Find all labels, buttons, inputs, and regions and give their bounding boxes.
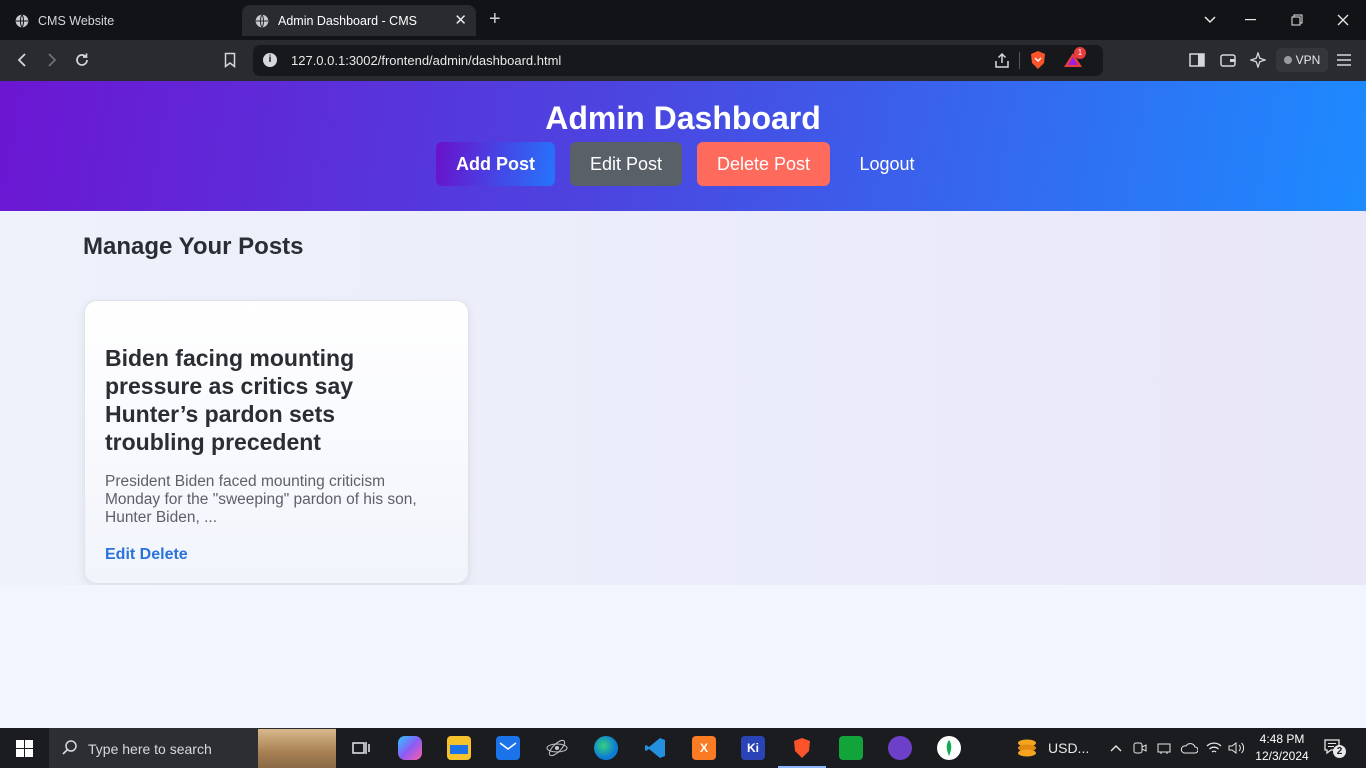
clock-date: 12/3/2024 xyxy=(1255,749,1309,763)
brave-shields-icon[interactable] xyxy=(1029,50,1047,70)
wallet-icon[interactable] xyxy=(1218,50,1238,70)
search-placeholder: Type here to search xyxy=(88,741,212,757)
back-icon[interactable] xyxy=(12,50,32,70)
globe-icon xyxy=(15,14,29,27)
share-icon[interactable] xyxy=(993,52,1011,70)
green-app-icon[interactable] xyxy=(839,736,863,760)
bookmark-icon[interactable] xyxy=(220,50,240,70)
close-window-icon[interactable] xyxy=(1337,14,1349,26)
vpn-label: VPN xyxy=(1295,53,1321,67)
tab-title: CMS Website xyxy=(38,13,115,28)
post-card: Biden facing mounting pressure as critic… xyxy=(84,300,469,584)
brave-rewards-icon[interactable]: 1 xyxy=(1063,47,1086,74)
github-desktop-icon[interactable] xyxy=(888,736,912,760)
notification-count-badge: 2 xyxy=(1333,745,1346,758)
wifi-icon[interactable] xyxy=(1206,741,1222,755)
main-content: Manage Your Posts Biden facing mounting … xyxy=(0,211,1366,585)
post-actions: Edit Delete xyxy=(105,546,188,564)
taskbar-search-box[interactable]: Type here to search xyxy=(49,728,336,768)
add-post-button[interactable]: Add Post xyxy=(436,142,555,186)
tab-admin-dashboard[interactable]: Admin Dashboard - CMS ✕ xyxy=(242,5,476,36)
onedrive-icon[interactable] xyxy=(1180,741,1198,755)
section-heading: Manage Your Posts xyxy=(83,233,304,260)
delete-post-button[interactable]: Delete Post xyxy=(697,142,830,186)
vpn-status-dot xyxy=(1283,56,1292,64)
windows-start-icon[interactable] xyxy=(16,740,33,757)
xampp-icon[interactable]: X xyxy=(692,736,716,760)
globe-icon xyxy=(255,14,269,27)
url-text[interactable]: 127.0.0.1:3002/frontend/admin/dashboard.… xyxy=(291,53,561,68)
forward-icon[interactable] xyxy=(42,50,62,70)
tab-cms-website[interactable]: CMS Website xyxy=(15,5,237,36)
system-clock[interactable]: 4:48 PM 12/3/2024 xyxy=(1254,731,1310,765)
windows-taskbar: Type here to search X Ki USD... 4:48 PM … xyxy=(0,728,1366,768)
rewards-badge: 1 xyxy=(1074,47,1086,59)
post-excerpt: President Biden faced mounting criticism… xyxy=(105,473,417,526)
sidebar-toggle-icon[interactable] xyxy=(1187,50,1207,70)
delete-post-link[interactable]: Delete xyxy=(140,546,188,563)
edit-post-button[interactable]: Edit Post xyxy=(570,142,682,186)
vscode-icon[interactable] xyxy=(643,736,667,760)
logout-link[interactable]: Logout xyxy=(848,142,926,186)
tab-title: Admin Dashboard - CMS xyxy=(278,13,417,28)
close-tab-icon[interactable]: ✕ xyxy=(454,13,467,28)
edge-browser-icon[interactable] xyxy=(594,736,618,760)
atom-app-icon[interactable] xyxy=(545,736,569,760)
new-tab-button[interactable]: + xyxy=(489,9,501,29)
meet-now-icon[interactable] xyxy=(1133,740,1147,756)
weather-widget-label[interactable]: USD... xyxy=(1048,740,1089,756)
volume-icon[interactable] xyxy=(1228,741,1246,755)
restore-icon[interactable] xyxy=(1291,14,1303,26)
site-info-icon[interactable]: i xyxy=(263,53,277,67)
reload-icon[interactable] xyxy=(72,50,92,70)
search-highlight-image[interactable] xyxy=(258,729,336,768)
tray-overflow-icon[interactable] xyxy=(1110,743,1122,753)
leo-ai-icon[interactable] xyxy=(1248,50,1268,70)
post-title: Biden facing mounting pressure as critic… xyxy=(105,345,355,455)
mongodb-compass-icon[interactable] xyxy=(937,736,961,760)
minimize-icon[interactable] xyxy=(1245,19,1256,21)
mail-icon[interactable] xyxy=(496,736,520,760)
file-explorer-icon[interactable] xyxy=(447,736,471,760)
site-header: Admin Dashboard Add Post Edit Post Delet… xyxy=(0,81,1366,211)
divider xyxy=(1019,52,1020,69)
vpn-button[interactable]: VPN xyxy=(1276,48,1328,72)
weather-coins-icon[interactable] xyxy=(1015,736,1039,760)
network-adapter-icon[interactable] xyxy=(1156,741,1172,755)
clock-time: 4:48 PM xyxy=(1259,732,1305,746)
address-bar[interactable]: i 127.0.0.1:3002/frontend/admin/dashboar… xyxy=(253,45,1103,76)
kiro-icon[interactable]: Ki xyxy=(741,736,765,760)
menu-icon[interactable] xyxy=(1334,50,1354,70)
brave-browser-icon[interactable] xyxy=(790,736,814,760)
edit-post-link[interactable]: Edit xyxy=(105,546,135,563)
page-background xyxy=(0,585,1366,728)
copilot-icon[interactable] xyxy=(398,736,422,760)
tab-search-chevron-icon[interactable] xyxy=(1204,14,1216,26)
browser-tab-strip: CMS Website Admin Dashboard - CMS ✕ + xyxy=(0,0,1366,40)
search-icon xyxy=(62,740,77,755)
task-view-icon[interactable] xyxy=(349,736,373,760)
notification-center-icon[interactable]: 2 xyxy=(1324,739,1346,762)
page-title: Admin Dashboard xyxy=(545,100,821,136)
